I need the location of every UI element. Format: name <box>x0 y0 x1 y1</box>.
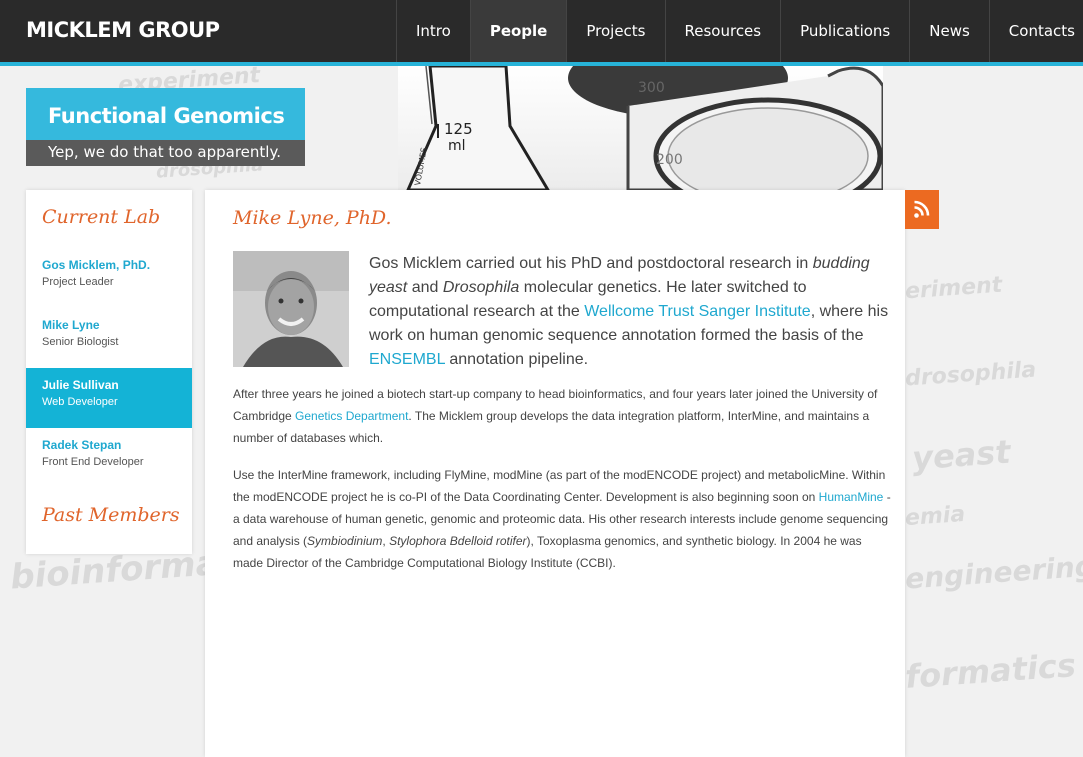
para3-italic-symbiodinium: Symbiodinium <box>307 534 383 548</box>
nav-intro[interactable]: Intro <box>396 0 470 62</box>
banner-subtitle: Yep, we do that too apparently. <box>26 140 305 166</box>
link-genetics-department[interactable]: Genetics Department <box>295 409 408 423</box>
bg-word-yeast: yeast <box>910 432 1012 478</box>
site-logo[interactable]: MICKLEM GROUP <box>26 18 220 42</box>
member-name: Julie Sullivan <box>42 378 119 392</box>
member-role: Front End Developer <box>42 456 144 468</box>
profile-content: Mike Lyne, PhD. Gos Micklem carried out … <box>205 190 905 757</box>
beaker-200-label: 200 <box>656 152 683 168</box>
nav-resources[interactable]: Resources <box>664 0 781 62</box>
nav-people[interactable]: People <box>469 0 567 62</box>
member-name: Gos Micklem, PhD. <box>42 258 151 272</box>
past-members-heading[interactable]: Past Members <box>26 488 192 526</box>
hero-glassware-image: VOLUMES 125 ml 300 200 <box>398 66 883 190</box>
page-title: Mike Lyne, PhD. <box>233 207 392 229</box>
nav-contacts[interactable]: Contacts <box>988 0 1083 62</box>
member-name: Radek Stepan <box>42 438 122 452</box>
nav-projects[interactable]: Projects <box>566 0 664 62</box>
nav-accent-stripe <box>0 62 1083 66</box>
people-sidebar: Current Lab Gos Micklem, PhD. Project Le… <box>26 190 192 554</box>
flask-125-label: 125 <box>444 120 473 138</box>
member-role: Senior Biologist <box>42 336 119 348</box>
intro-text-1: Gos Micklem carried out his PhD and post… <box>369 255 813 272</box>
bio-paragraph-2: After three years he joined a biotech st… <box>233 383 893 449</box>
link-sanger-institute[interactable]: Wellcome Trust Sanger Institute <box>584 303 810 320</box>
para3-italic-stylophora: Stylophora Bdelloid rotifer <box>389 534 527 548</box>
banner-title: Functional Genomics <box>26 88 305 140</box>
bg-word-engineering: engineering <box>904 549 1083 596</box>
bio-paragraph-3: Use the InterMine framework, including F… <box>233 464 893 574</box>
nav-publications[interactable]: Publications <box>780 0 909 62</box>
sidebar-member-radek-stepan[interactable]: Radek Stepan Front End Developer <box>26 428 192 488</box>
member-role: Project Leader <box>42 276 114 288</box>
profile-photo <box>233 251 349 367</box>
rss-icon <box>914 200 930 218</box>
top-navigation-bar: MICKLEM GROUP Intro People Projects Reso… <box>0 0 1083 62</box>
person-portrait <box>233 251 349 367</box>
flask-ml-label: ml <box>448 138 466 154</box>
bg-word-formatics: formatics <box>903 646 1078 696</box>
main-nav: Intro People Projects Resources Publicat… <box>396 0 1083 62</box>
functional-genomics-banner[interactable]: Functional Genomics Yep, we do that too … <box>26 88 305 166</box>
link-humanmine[interactable]: HumanMine <box>819 490 884 504</box>
beaker-300-label: 300 <box>638 80 665 96</box>
link-ensembl[interactable]: ENSEMBL <box>369 351 445 368</box>
intro-text-5: annotation pipeline. <box>444 351 589 368</box>
intro-italic-drosophila: Drosophila <box>442 279 520 296</box>
member-role: Web Developer <box>42 396 118 408</box>
current-lab-heading: Current Lab <box>42 206 161 228</box>
sidebar-member-mike-lyne[interactable]: Mike Lyne Senior Biologist <box>26 308 192 368</box>
bg-word-drosophila-right: drosophila <box>904 357 1037 392</box>
nav-news[interactable]: News <box>909 0 989 62</box>
sidebar-member-julie-sullivan[interactable]: Julie Sullivan Web Developer <box>26 368 192 428</box>
bg-word-eriment: eriment <box>904 272 1004 305</box>
member-name: Mike Lyne <box>42 318 100 332</box>
intro-text-2: and <box>407 279 443 296</box>
sidebar-member-gos-micklem[interactable]: Gos Micklem, PhD. Project Leader <box>26 248 192 308</box>
intro-paragraph: Gos Micklem carried out his PhD and post… <box>369 252 889 372</box>
bg-word-emia: emia <box>904 501 967 532</box>
para3-text-1: Use the InterMine framework, including F… <box>233 468 886 504</box>
glassware-illustration: VOLUMES 125 ml 300 200 <box>406 66 883 190</box>
rss-feed-button[interactable] <box>905 190 939 229</box>
